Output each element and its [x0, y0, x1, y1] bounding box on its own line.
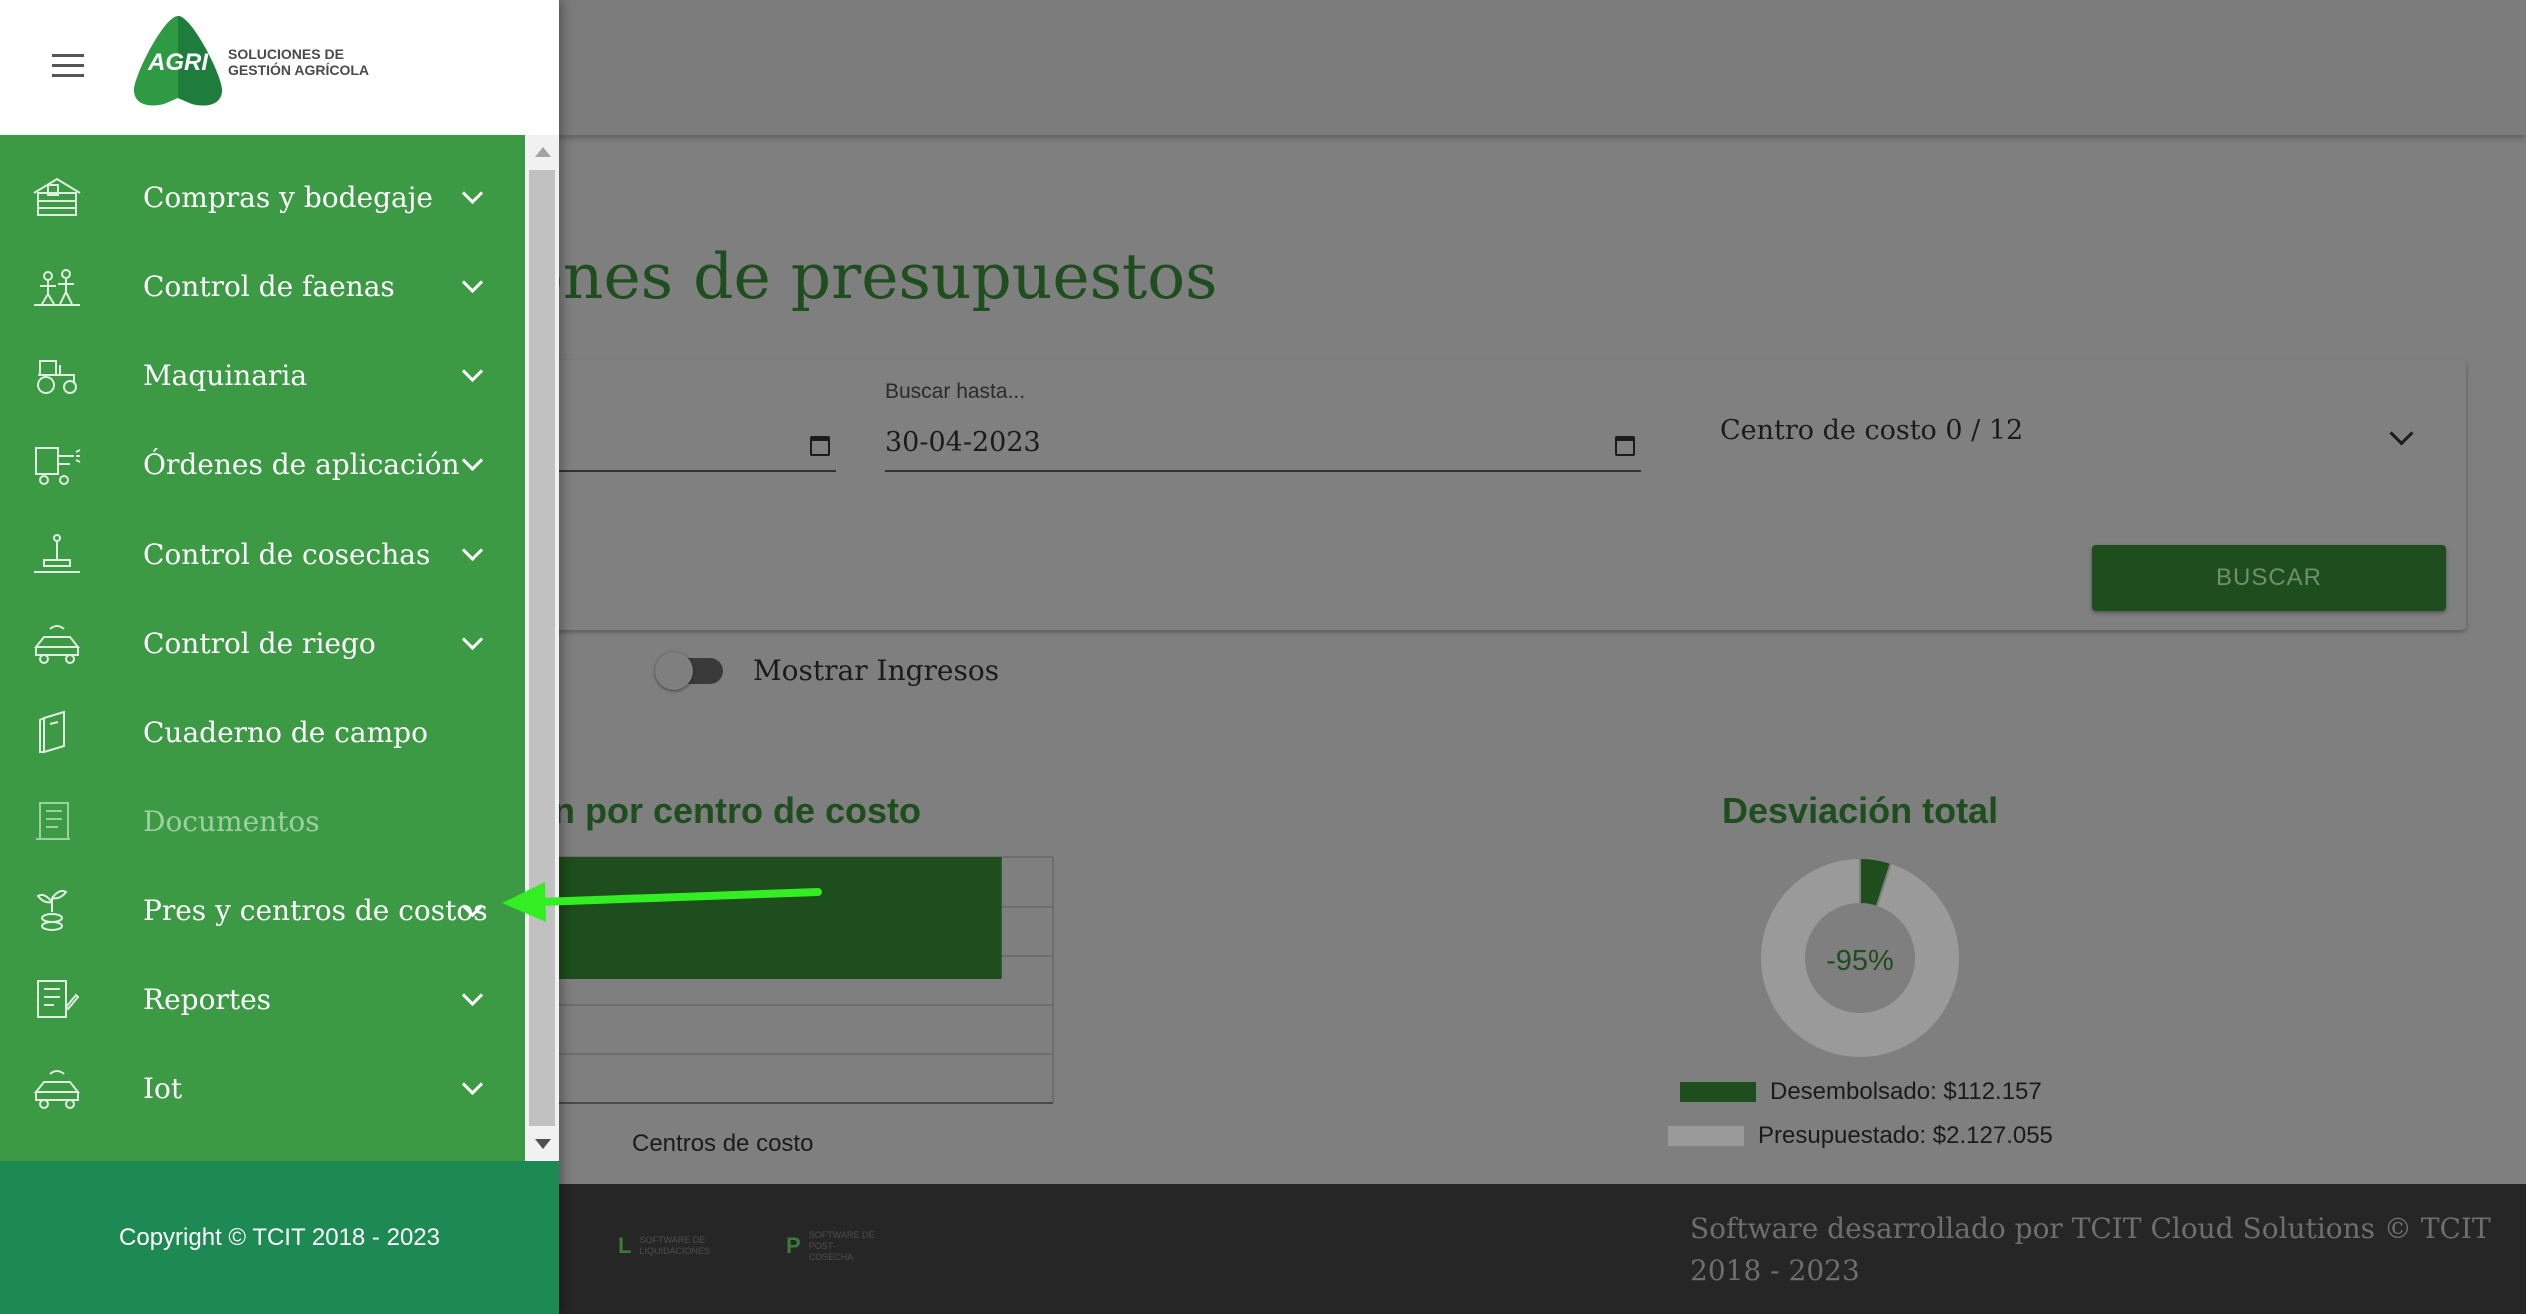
menu-item-label: Control de riego [143, 626, 376, 660]
sprayer-icon [35, 447, 81, 485]
notebook-icon [39, 710, 65, 754]
chevron-down-icon [461, 984, 484, 1006]
legend-desembolsado: Desembolsado: $112.157 [1680, 1078, 2042, 1106]
menu-item-ordenes[interactable]: Órdenes de aplicación [0, 420, 525, 508]
logo-text: SOFTWARE DE LIQUIDACIONES [639, 1235, 710, 1256]
menu-item-label: Maquinaria [143, 358, 308, 392]
chevron-down-icon [461, 360, 484, 382]
menu-item-reportes[interactable]: Reportes [0, 955, 525, 1043]
navigation-drawer: AGRI SOLUCIONES DE GESTIÓN AGRÍCOLA Comp… [0, 0, 559, 1314]
iot-icon [33, 1070, 81, 1109]
drawer-footer: Copyright © TCIT 2018 - 2023 [0, 1161, 559, 1314]
menu-item-label: Reportes [143, 982, 272, 1016]
calendar-icon[interactable] [1615, 436, 1635, 456]
menu-item-maquinaria[interactable]: Maquinaria [0, 331, 525, 419]
document-icon [36, 802, 70, 840]
date-to-field[interactable]: Buscar hasta... 30-04-2023 [885, 380, 1641, 472]
logo-mark: AGRI [147, 49, 209, 76]
drawer-scrollbar[interactable] [525, 135, 559, 1161]
menu-item-label: Compras y bodegaje [143, 180, 433, 214]
scroll-thumb[interactable] [529, 170, 555, 1126]
hamburger-menu-icon[interactable] [52, 54, 84, 78]
footer-credits: Software desarrollado por TCIT Cloud Sol… [1690, 1212, 2491, 1287]
chevron-down-icon [461, 271, 484, 293]
legend-label: Desembolsado: $112.157 [1770, 1078, 2042, 1105]
scroll-down-arrow-icon[interactable] [535, 1139, 551, 1149]
legend-swatch [1668, 1126, 1744, 1146]
search-button[interactable]: BUSCAR [2092, 545, 2446, 611]
cost-center-value: Centro de costo 0 / 12 [1720, 415, 2024, 446]
tractor-icon [37, 360, 77, 394]
bar-chart-x-label: Centros de costo [632, 1130, 814, 1157]
bar-chart [540, 856, 1054, 1104]
menu-item-cosechas[interactable]: Control de cosechas [0, 510, 525, 598]
legend-presupuestado: Presupuestado: $2.127.055 [1668, 1122, 2053, 1150]
date-to-label: Buscar hasta... [885, 380, 1026, 403]
show-income-row: Mostrar Ingresos [655, 648, 999, 692]
menu-item-faenas[interactable]: Control de faenas [0, 242, 525, 330]
menu-item-label: Control de cosechas [143, 537, 431, 571]
scale-icon [34, 534, 80, 573]
copyright-text: Copyright © TCIT 2018 - 2023 [119, 1224, 440, 1251]
report-icon [37, 980, 80, 1018]
scroll-up-arrow-icon[interactable] [535, 147, 551, 157]
post-cosecha-logo: P SOFTWARE DE POST-COSECHA [786, 1218, 879, 1274]
chevron-down-icon [2389, 421, 2414, 446]
logo-text: SOFTWARE DE POST-COSECHA [808, 1229, 875, 1262]
donut-chart-title: Desviación total [1722, 790, 1999, 831]
page-title: ones de presupuestos [525, 240, 1218, 313]
menu-item-compras[interactable]: Compras y bodegaje [0, 153, 525, 241]
menu-item-label: Documentos [143, 804, 320, 838]
menu-item-presupuestos[interactable]: Pres y centros de costos [0, 866, 525, 954]
drawer-menu: Compras y bodegaje Control de faenas Maq… [0, 135, 525, 1161]
calendar-icon[interactable] [810, 436, 830, 456]
warehouse-icon [33, 177, 81, 216]
menu-item-label: Control de faenas [143, 269, 395, 303]
liquidaciones-logo: L SOFTWARE DE LIQUIDACIONES [618, 1218, 710, 1274]
legend-swatch [1680, 1082, 1756, 1102]
workers-icon [34, 269, 80, 306]
logo-mark: P [786, 1233, 801, 1258]
legend-label: Presupuestado: $2.127.055 [1758, 1122, 2053, 1149]
chevron-down-icon [461, 539, 484, 561]
date-from-field[interactable] [540, 408, 836, 472]
cost-center-select[interactable]: Centro de costo 0 / 12 [1720, 415, 2414, 465]
chevron-down-icon [461, 449, 484, 471]
menu-item-label: Iot [143, 1071, 183, 1105]
menu-item-documentos[interactable]: Documentos [0, 777, 525, 865]
plant-coins-icon [36, 889, 68, 931]
show-income-toggle[interactable] [655, 648, 729, 692]
chevron-down-icon [461, 628, 484, 650]
donut-center-label: -95% [1826, 945, 1894, 977]
bar-mark [540, 857, 1002, 979]
menu-item-iot[interactable]: Iot [0, 1044, 525, 1132]
date-to-value: 30-04-2023 [885, 427, 1041, 458]
menu-item-label: Cuaderno de campo [143, 715, 428, 749]
toggle-thumb [655, 652, 693, 690]
chevron-down-icon [461, 1073, 484, 1095]
logo-mark: L [618, 1233, 632, 1258]
chevron-down-icon [461, 182, 484, 204]
menu-item-cuaderno[interactable]: Cuaderno de campo [0, 688, 525, 776]
drawer-header: AGRI SOLUCIONES DE GESTIÓN AGRÍCOLA [0, 0, 559, 135]
menu-item-label: Órdenes de aplicación [143, 447, 460, 481]
logo-tagline: SOLUCIONES DE GESTIÓN AGRÍCOLA [228, 46, 370, 78]
donut-chart: -95% [1760, 858, 1960, 1058]
irrigation-icon [33, 625, 81, 664]
show-income-label: Mostrar Ingresos [753, 653, 1000, 687]
menu-item-label: Pres y centros de costos [143, 893, 488, 927]
bar-chart-title: n por centro de costo [553, 790, 922, 831]
menu-item-riego[interactable]: Control de riego [0, 599, 525, 687]
